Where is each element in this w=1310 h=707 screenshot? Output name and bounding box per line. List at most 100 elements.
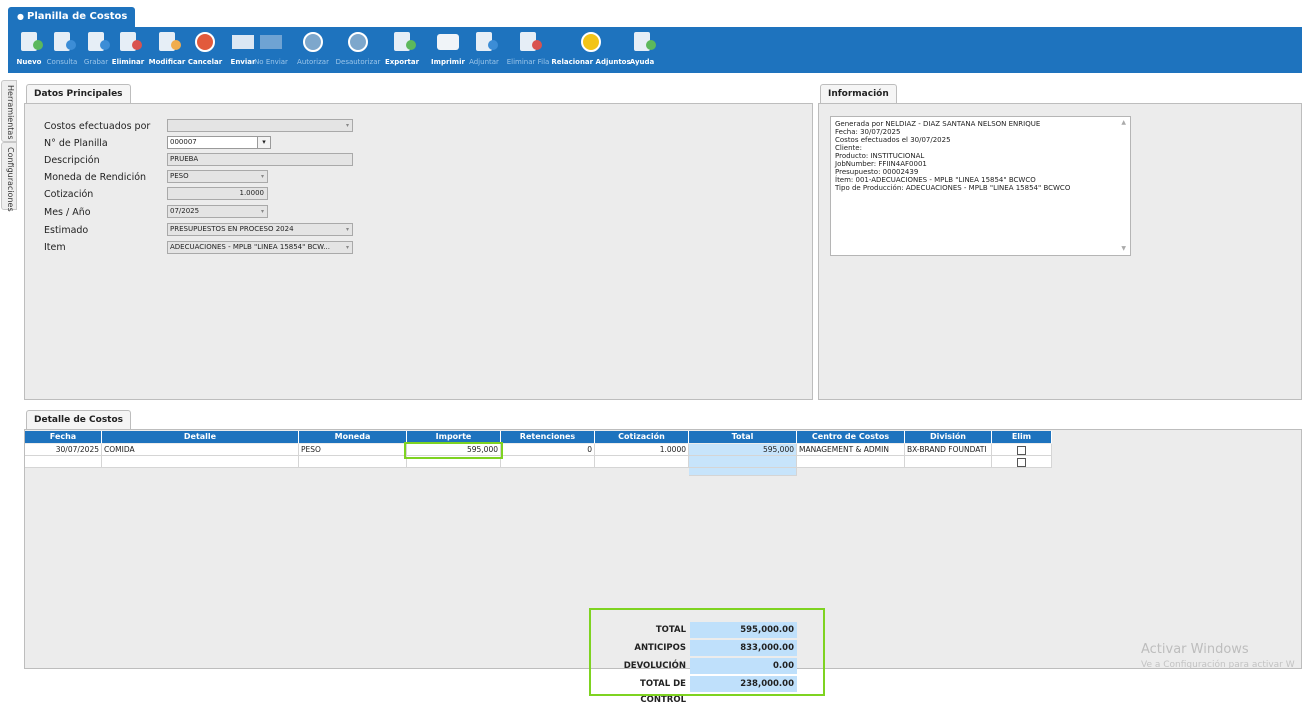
estimado-value: PRESUPUESTOS EN PROCESO 2024 [170, 225, 294, 233]
col-fecha[interactable]: Fecha [25, 431, 102, 443]
costos-por-select[interactable]: ▾ [167, 119, 353, 132]
query-label: Consulta [46, 58, 78, 66]
tab-informacion[interactable]: Información [820, 84, 897, 104]
send-button[interactable]: Enviar [229, 27, 257, 73]
info-line: Cliente: [835, 144, 862, 152]
query-button[interactable]: Consulta [46, 27, 78, 73]
informacion-textbox[interactable]: Generada por NELDIAZ - DIAZ SANTANA NELS… [830, 116, 1131, 256]
help-button[interactable]: Ayuda [628, 27, 656, 73]
cell-division[interactable] [905, 456, 992, 468]
link-attachments-button[interactable]: Relacionar Adjuntos [551, 27, 631, 73]
attach-button[interactable]: Adjuntar [469, 27, 499, 73]
descripcion-value: PRUEBA [170, 155, 199, 163]
cell-fecha[interactable]: 30/07/2025 [25, 444, 102, 456]
cotizacion-value: 1.0000 [239, 189, 265, 197]
cell-centro-costos[interactable] [797, 456, 905, 468]
cell-cotizacion[interactable]: 1.0000 [595, 444, 689, 456]
print-button[interactable]: Imprimir [431, 27, 465, 73]
info-line: Generada por NELDIAZ - DIAZ SANTANA NELS… [835, 120, 1041, 128]
delete-button[interactable]: Eliminar [112, 27, 144, 73]
edit-label: Modificar [148, 58, 186, 66]
grid-header: Fecha Detalle Moneda Importe Retenciones… [25, 431, 1052, 443]
scroll-down-icon[interactable]: ▼ [1121, 245, 1126, 253]
cell-total: 595,000 [689, 444, 797, 456]
cell-moneda[interactable]: PESO [299, 444, 407, 456]
app-window: { "window": { "title": "Planilla de Cost… [0, 0, 1310, 707]
col-centro-costos[interactable]: Centro de Costos [797, 431, 905, 443]
toolbar: Nuevo Consulta Grabar Eliminar Modificar… [8, 27, 1302, 73]
moneda-value: PESO [170, 172, 189, 180]
cell-centro-costos[interactable]: MANAGEMENT & ADMIN [797, 444, 905, 456]
query-doc-icon [54, 32, 76, 51]
mes-value: 07/2025 [170, 207, 200, 215]
importe-highlight [404, 442, 503, 459]
col-retenciones[interactable]: Retenciones [501, 431, 595, 443]
col-division[interactable]: División [905, 431, 992, 443]
authorize-label: Autorizar [297, 58, 329, 66]
tab-detalle-label: Detalle de Costos [34, 415, 124, 425]
descripcion-field[interactable]: PRUEBA [167, 153, 353, 166]
col-moneda[interactable]: Moneda [299, 431, 407, 443]
tab-detalle-costos[interactable]: Detalle de Costos [26, 410, 132, 430]
side-tab-tools[interactable]: Herramientas [1, 80, 17, 142]
cell-detalle[interactable] [102, 456, 299, 468]
cell-total-edge [689, 468, 797, 476]
col-detalle[interactable]: Detalle [102, 431, 299, 443]
cell-division[interactable]: BX-BRAND FOUNDATI [905, 444, 992, 456]
label-moneda: Moneda de Rendición [44, 172, 147, 183]
scroll-up-icon[interactable]: ▲ [1121, 119, 1126, 127]
export-button[interactable]: Exportar [385, 27, 419, 73]
new-doc-icon [21, 32, 43, 51]
authorize-button[interactable]: Autorizar [297, 27, 329, 73]
cell-fecha[interactable] [25, 456, 102, 468]
window-tab[interactable]: ● Planilla de Costos [8, 7, 136, 27]
save-label: Grabar [83, 58, 109, 66]
cell-elim[interactable] [992, 444, 1052, 456]
save-button[interactable]: Grabar [82, 27, 110, 73]
info-line: Tipo de Producción: ADECUACIONES - MPLB … [835, 184, 1071, 192]
cell-retenciones[interactable]: 0 [501, 444, 595, 456]
elim-checkbox[interactable] [1017, 445, 1026, 455]
estimado-select[interactable]: PRESUPUESTOS EN PROCESO 2024 ▾ [167, 223, 353, 236]
label-item: Item [44, 242, 66, 253]
col-total[interactable]: Total [689, 431, 797, 443]
cotizacion-field[interactable]: 1.0000 [167, 187, 268, 200]
cell-cotizacion[interactable] [595, 456, 689, 468]
window-title: Planilla de Costos [26, 11, 128, 22]
unauthorize-icon [348, 32, 368, 52]
no-send-button[interactable]: No Enviar [254, 27, 288, 73]
unauthorize-button[interactable]: Desautorizar [336, 27, 380, 73]
side-tab-config[interactable]: Configuraciones [1, 142, 17, 212]
delete-row-button[interactable]: Eliminar Fila [507, 27, 549, 73]
edit-button[interactable]: Modificar [149, 27, 185, 73]
attach-label: Adjuntar [469, 58, 499, 66]
print-icon [437, 34, 459, 50]
datos-panel [24, 103, 813, 400]
new-button[interactable]: Nuevo [15, 27, 43, 73]
activation-watermark-subtitle: Ve a Configuración para activar W [1141, 660, 1295, 670]
col-cotizacion[interactable]: Cotización [595, 431, 689, 443]
new-label: Nuevo [16, 58, 42, 66]
cancel-label: Cancelar [187, 58, 223, 66]
cell-total [689, 456, 797, 468]
edit-icon [159, 32, 181, 51]
chevron-down-icon: ▾ [345, 226, 349, 233]
cancel-button[interactable]: Cancelar [187, 27, 223, 73]
save-icon [88, 32, 110, 51]
cell-detalle[interactable]: COMIDA [102, 444, 299, 456]
cell-elim[interactable] [992, 456, 1052, 468]
cell-moneda[interactable] [299, 456, 407, 468]
item-select[interactable]: ADECUACIONES - MPLB "LINEA 15854" BCW...… [167, 241, 353, 254]
send-label: Enviar [230, 58, 256, 66]
planilla-select[interactable]: 000007 ▾ [167, 136, 271, 149]
elim-checkbox[interactable] [1017, 457, 1026, 467]
col-elim[interactable]: Elim [992, 431, 1052, 443]
dropdown-button-icon[interactable]: ▾ [257, 137, 270, 148]
label-mes: Mes / Año [44, 207, 91, 218]
tab-datos-principales[interactable]: Datos Principales [26, 84, 131, 104]
moneda-select[interactable]: PESO ▾ [167, 170, 268, 183]
cell-retenciones[interactable] [501, 456, 595, 468]
mes-select[interactable]: 07/2025 ▾ [167, 205, 268, 218]
delete-row-label: Eliminar Fila [506, 58, 550, 66]
label-estimado: Estimado [44, 225, 89, 236]
